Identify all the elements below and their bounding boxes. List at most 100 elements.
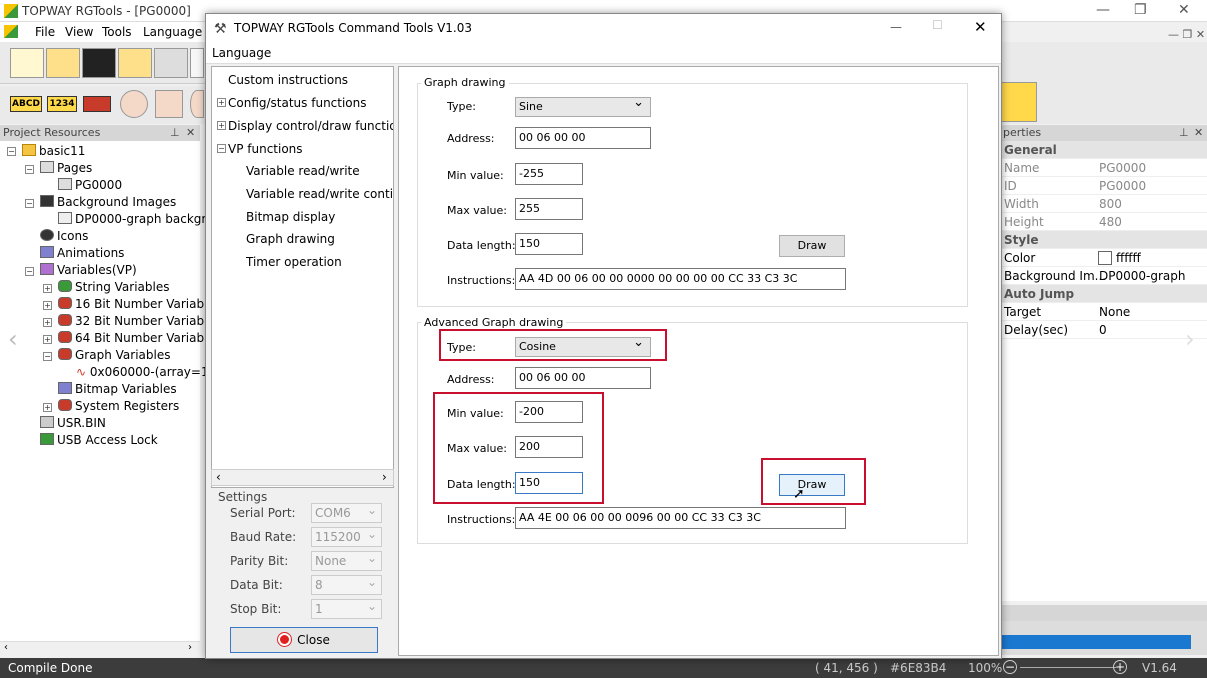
more-tools-icon[interactable] bbox=[190, 48, 204, 78]
icon-widget-icon[interactable] bbox=[120, 90, 148, 118]
scroll-right-icon[interactable]: › bbox=[382, 470, 387, 484]
expand-icon[interactable]: − bbox=[7, 147, 16, 156]
pin-icon[interactable]: ⊥ bbox=[170, 125, 180, 141]
menu-tools[interactable]: Tools bbox=[102, 25, 132, 39]
expand-icon[interactable]: + bbox=[217, 98, 226, 107]
graph-instructions-field[interactable]: AA 4D 00 06 00 00 0000 00 00 00 00 CC 33… bbox=[515, 268, 846, 290]
menu-file[interactable]: File bbox=[35, 25, 55, 39]
maximize-icon[interactable]: ❐ bbox=[1134, 2, 1147, 18]
open-project-icon[interactable] bbox=[46, 48, 80, 78]
nav-graph-drawing[interactable]: Graph drawing bbox=[246, 231, 335, 247]
prop-row[interactable]: Height 480 bbox=[1001, 213, 1207, 231]
graph-max-input[interactable]: 255 bbox=[515, 198, 583, 220]
menu-language[interactable]: Language bbox=[143, 25, 202, 39]
settings-gear-icon[interactable] bbox=[154, 48, 188, 78]
adv-address-input[interactable]: 00 06 00 00 bbox=[515, 367, 651, 389]
tree-node-pages[interactable]: Pages bbox=[40, 160, 92, 176]
graph-draw-button[interactable]: Draw bbox=[779, 235, 845, 257]
gauge-widget-icon[interactable] bbox=[190, 90, 204, 118]
zoom-in-icon[interactable]: + bbox=[1113, 660, 1127, 674]
tree-node-64bit[interactable]: 64 Bit Number Variables bbox=[58, 330, 221, 346]
scroll-right-icon[interactable]: › bbox=[188, 642, 192, 653]
panel-close-icon[interactable]: ✕ bbox=[1194, 125, 1203, 141]
instructions-label: Instructions: bbox=[447, 274, 516, 287]
adv-instructions-field[interactable]: AA 4E 00 06 00 00 0096 00 00 CC 33 C3 3C bbox=[515, 507, 846, 529]
tree-node-basic11[interactable]: basic11 bbox=[22, 143, 85, 159]
tree-node-system-registers[interactable]: System Registers bbox=[58, 398, 179, 414]
tree-node-string-variables[interactable]: String Variables bbox=[58, 279, 169, 295]
expand-icon[interactable]: + bbox=[43, 335, 52, 344]
number-widget-icon[interactable]: 1234 bbox=[47, 96, 77, 112]
connector-widget-icon[interactable] bbox=[1001, 82, 1037, 122]
prop-row[interactable]: Delay(sec) 0 bbox=[1001, 321, 1207, 339]
nav-vp-functions[interactable]: VP functions bbox=[228, 141, 303, 157]
nav-config-status[interactable]: Config/status functions bbox=[228, 95, 367, 111]
new-project-icon[interactable] bbox=[10, 48, 44, 78]
prop-row[interactable]: Color ffffff bbox=[1001, 249, 1207, 267]
tree-label: Pages bbox=[57, 161, 93, 175]
tree-horizontal-scrollbar[interactable]: ‹ › bbox=[0, 641, 200, 657]
color-swatch[interactable] bbox=[1098, 251, 1112, 265]
tree-node-pg0000[interactable]: PG0000 bbox=[58, 177, 122, 193]
next-page-arrow-icon[interactable]: › bbox=[1185, 325, 1195, 353]
expand-icon[interactable]: − bbox=[25, 199, 34, 208]
text-widget-icon[interactable]: ABCD bbox=[10, 96, 42, 112]
expand-icon[interactable]: − bbox=[217, 144, 226, 153]
nav-bitmap-display[interactable]: Bitmap display bbox=[246, 209, 335, 225]
nav-timer-operation[interactable]: Timer operation bbox=[246, 254, 342, 270]
panel-close-icon[interactable]: ✕ bbox=[186, 125, 195, 141]
zoom-slider[interactable] bbox=[1020, 667, 1116, 668]
tree-node-background-images[interactable]: Background Images bbox=[40, 194, 176, 210]
nav-variable-rw-cont[interactable]: Variable read/write continu bbox=[246, 186, 393, 202]
expand-icon[interactable]: + bbox=[43, 301, 52, 310]
mdi-controls[interactable]: — ❐ ✕ bbox=[1168, 28, 1205, 41]
scroll-left-icon[interactable]: ‹ bbox=[4, 642, 8, 653]
graph-type-select[interactable]: Sine bbox=[515, 94, 651, 117]
export-icon[interactable] bbox=[118, 48, 152, 78]
animation-widget-icon[interactable] bbox=[155, 90, 183, 118]
tree-node-graph-var-item[interactable]: ∿ 0x060000-(array=150 bbox=[76, 364, 224, 380]
prev-page-arrow-icon[interactable]: ‹ bbox=[8, 325, 18, 353]
prop-row[interactable]: Name PG0000 bbox=[1001, 159, 1207, 177]
scroll-left-icon[interactable]: ‹ bbox=[216, 470, 221, 484]
nav-variable-rw[interactable]: Variable read/write bbox=[246, 163, 360, 179]
expand-icon[interactable]: + bbox=[217, 121, 226, 130]
tree-node-bg-image[interactable]: DP0000-graph backgrou bbox=[58, 211, 221, 227]
menu-view[interactable]: View bbox=[65, 25, 93, 39]
dialog-minimize-icon[interactable]: — bbox=[890, 20, 902, 34]
prop-row[interactable]: Target None bbox=[1001, 303, 1207, 321]
prop-row[interactable]: Width 800 bbox=[1001, 195, 1207, 213]
prop-row[interactable]: ID PG0000 bbox=[1001, 177, 1207, 195]
graph-address-input[interactable]: 00 06 00 00 bbox=[515, 127, 651, 149]
close-icon[interactable]: ✕ bbox=[1178, 2, 1190, 18]
menu-dialog-language[interactable]: Language bbox=[212, 46, 271, 60]
tree-node-32bit[interactable]: 32 Bit Number Variables bbox=[58, 313, 221, 329]
dialog-close-icon[interactable]: ✕ bbox=[974, 18, 987, 36]
zoom-out-icon[interactable]: − bbox=[1003, 660, 1017, 674]
expand-icon[interactable]: − bbox=[25, 267, 34, 276]
tree-node-icons[interactable]: Icons bbox=[40, 228, 88, 244]
tree-node-16bit[interactable]: 16 Bit Number Variables bbox=[58, 296, 221, 312]
expand-icon[interactable]: − bbox=[25, 165, 34, 174]
tree-node-variables[interactable]: Variables(VP) bbox=[40, 262, 137, 278]
tree-node-usb-lock[interactable]: USB Access Lock bbox=[40, 432, 158, 448]
expand-icon[interactable]: + bbox=[43, 403, 52, 412]
graph-length-input[interactable]: 150 bbox=[515, 233, 583, 255]
tree-node-animations[interactable]: Animations bbox=[40, 245, 124, 261]
tree-node-graph-variables[interactable]: Graph Variables bbox=[58, 347, 170, 363]
nav-custom-instructions[interactable]: Custom instructions bbox=[228, 72, 348, 88]
nav-horizontal-scrollbar[interactable]: ‹ › bbox=[211, 469, 394, 486]
expand-icon[interactable]: − bbox=[43, 352, 52, 361]
graph-min-input[interactable]: -255 bbox=[515, 163, 583, 185]
save-icon[interactable] bbox=[82, 48, 116, 78]
nav-display-control[interactable]: Display control/draw functions bbox=[228, 118, 393, 134]
expand-icon[interactable]: + bbox=[43, 284, 52, 293]
tree-node-usr-bin[interactable]: USR.BIN bbox=[40, 415, 106, 431]
pin-icon[interactable]: ⊥ bbox=[1179, 125, 1189, 141]
minimize-icon[interactable]: — bbox=[1096, 2, 1110, 18]
tree-node-bitmap-variables[interactable]: Bitmap Variables bbox=[58, 381, 177, 397]
bar-widget-icon[interactable] bbox=[83, 96, 111, 112]
prop-row[interactable]: Background Im...DP0000-graph bac... bbox=[1001, 267, 1207, 301]
expand-icon[interactable]: + bbox=[43, 318, 52, 327]
close-connection-button[interactable]: Close bbox=[230, 627, 378, 653]
